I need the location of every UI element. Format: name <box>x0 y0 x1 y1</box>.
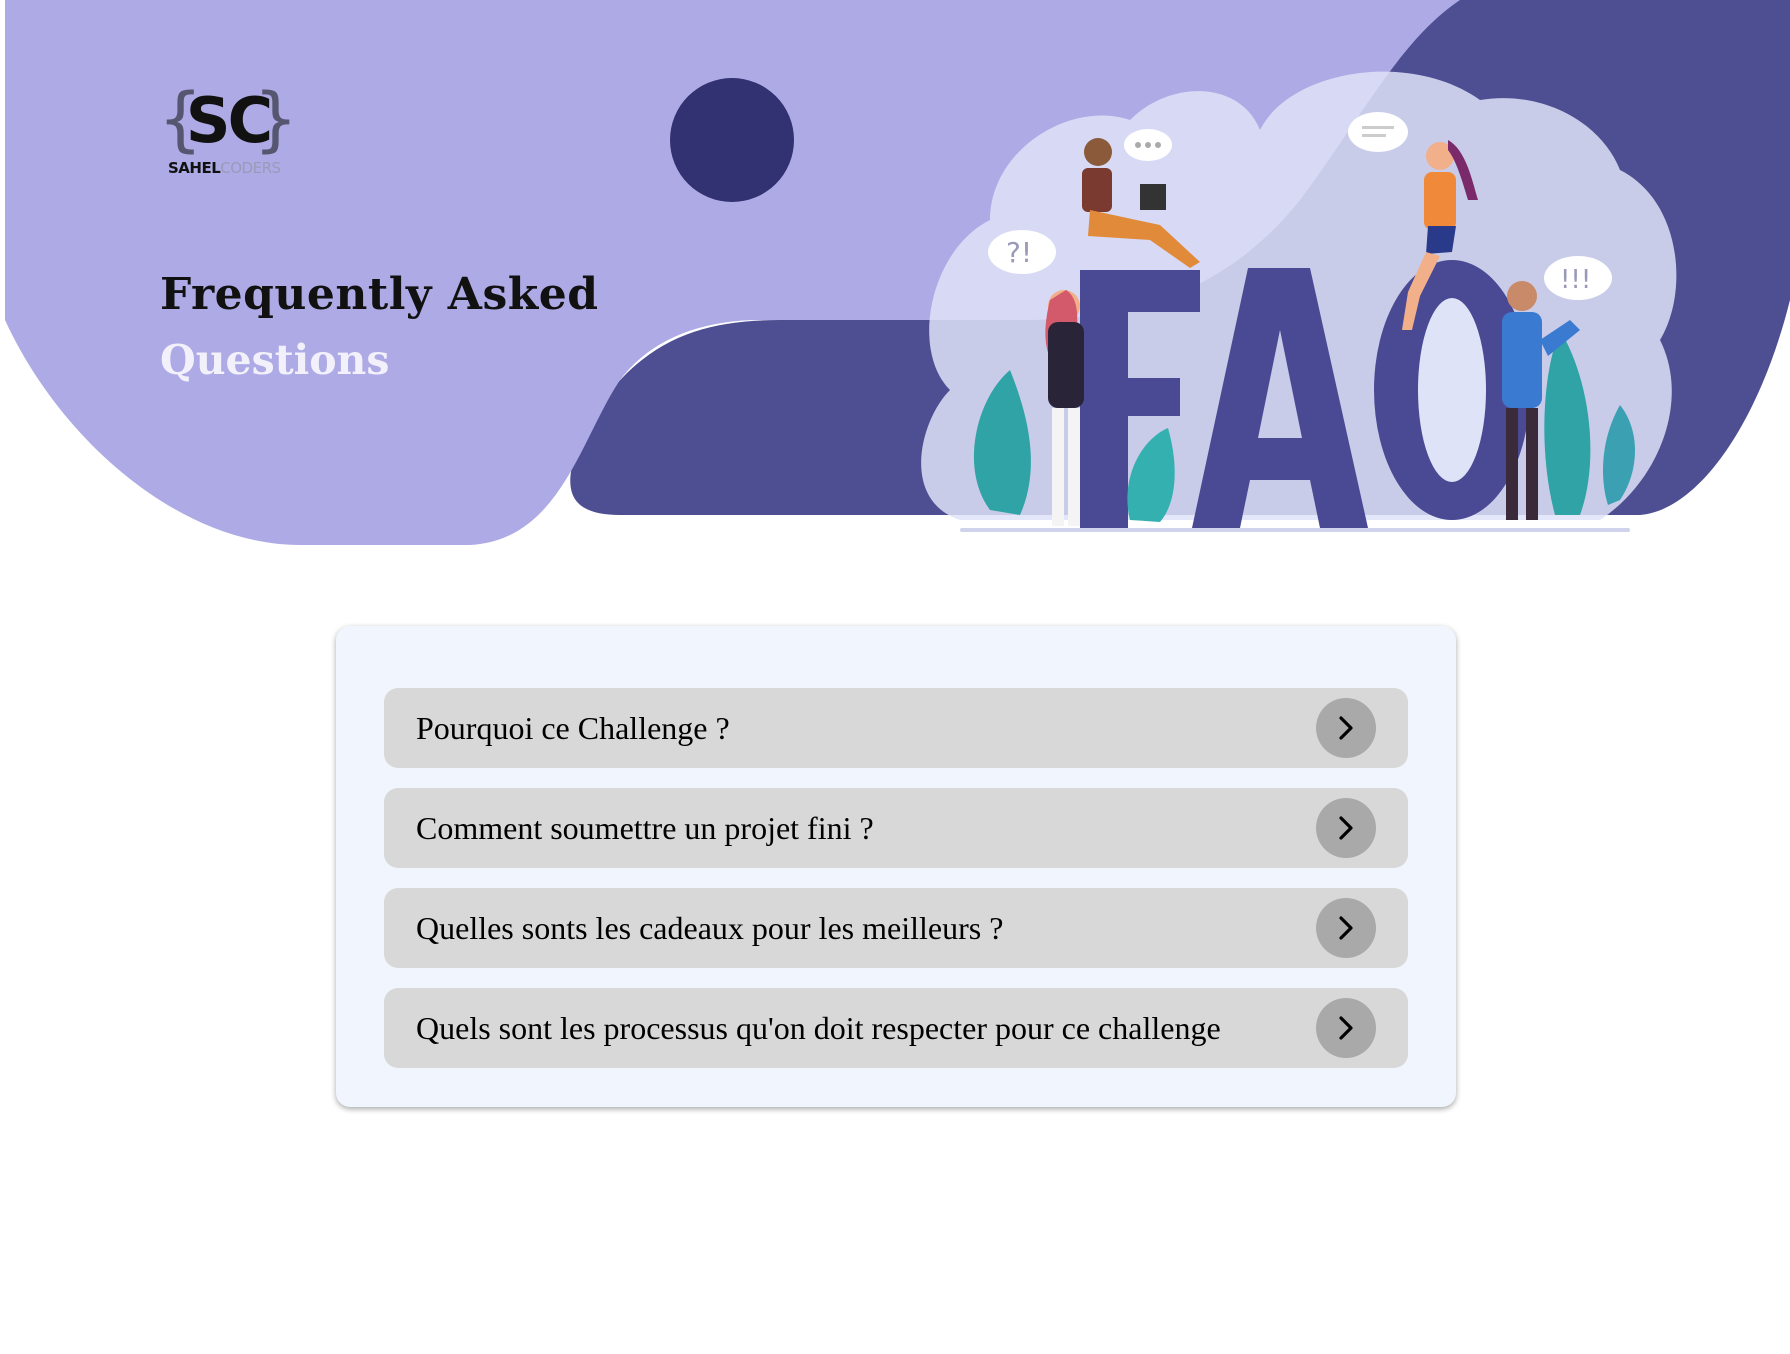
chevron-right-icon <box>1339 716 1353 740</box>
faq-question: Quelles sonts les cadeaux pour les meill… <box>416 910 1004 946</box>
faq-toggle-button[interactable] <box>1316 898 1376 958</box>
faq-illustration: ?! !!! <box>921 71 1677 532</box>
faq-item[interactable]: Pourquoi ce Challenge ? <box>384 688 1408 768</box>
chevron-right-icon <box>1339 916 1353 940</box>
faq-toggle-button[interactable] <box>1316 698 1376 758</box>
chevron-right-icon <box>1339 816 1353 840</box>
brand-name-bold: SAHEL <box>168 159 221 177</box>
faq-question: Pourquoi ce Challenge ? <box>416 710 730 746</box>
bubble-text-2: !!! <box>1560 265 1591 295</box>
chevron-right-icon <box>1339 1016 1353 1040</box>
faq-question: Quels sont les processus qu'on doit resp… <box>416 1010 1221 1046</box>
faq-question: Comment soumettre un projet fini ? <box>416 810 874 846</box>
hero-banner: ?! !!! { SC } SAHELCODERS Frequently Ask… <box>0 0 1790 560</box>
brand-name-light: CODERS <box>220 159 281 177</box>
brand-logo: { SC } SAHELCODERS <box>158 78 298 177</box>
decorative-circle <box>670 78 794 202</box>
brand-name: SAHELCODERS <box>168 159 281 177</box>
page-subtitle: Questions <box>160 336 390 384</box>
faq-card: Pourquoi ce Challenge ? Comment soumettr… <box>336 626 1456 1107</box>
bubble-text-1: ?! <box>1006 236 1032 269</box>
faq-item[interactable]: Quelles sonts les cadeaux pour les meill… <box>384 888 1408 968</box>
faq-item[interactable]: Comment soumettre un projet fini ? <box>384 788 1408 868</box>
faq-item[interactable]: Quels sont les processus qu'on doit resp… <box>384 988 1408 1068</box>
page-title: Frequently Asked <box>160 269 599 320</box>
faq-toggle-button[interactable] <box>1316 798 1376 858</box>
faq-toggle-button[interactable] <box>1316 998 1376 1058</box>
